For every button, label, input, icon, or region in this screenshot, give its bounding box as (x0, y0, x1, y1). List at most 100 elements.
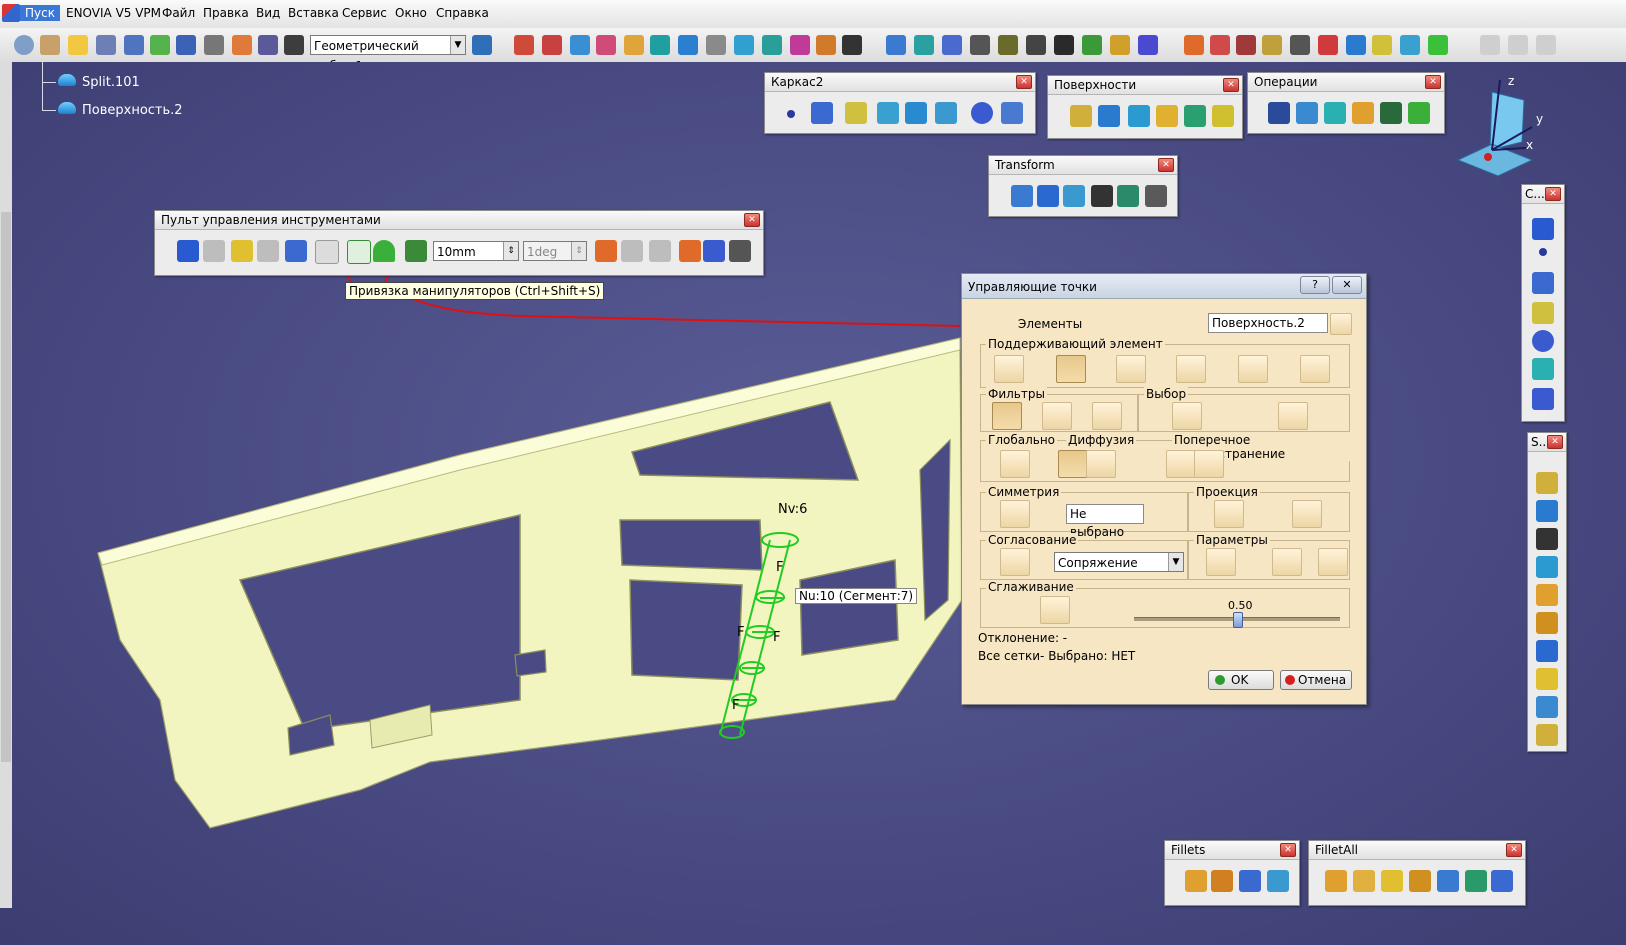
fillet-icon[interactable] (1353, 870, 1375, 892)
spinner-icon[interactable]: ⇕ (503, 242, 518, 260)
undo-icon[interactable] (1480, 35, 1500, 55)
fillet-icon[interactable] (1325, 870, 1347, 892)
projection-direction-icon[interactable] (1292, 500, 1322, 528)
help-button[interactable]: ? (1300, 276, 1330, 294)
help-icon[interactable] (68, 35, 88, 55)
join-icon[interactable] (1268, 102, 1290, 124)
points-icon[interactable] (816, 35, 836, 55)
intersection-icon[interactable] (905, 102, 927, 124)
fillet-icon[interactable] (1536, 584, 1558, 606)
scroll-thumb[interactable] (1, 212, 11, 762)
extract-icon[interactable] (1324, 102, 1346, 124)
pen-icon[interactable] (734, 35, 754, 55)
elements-field[interactable]: Поверхность.2 (1208, 313, 1328, 333)
line-tool-icon[interactable] (649, 240, 671, 262)
chevron-down-icon[interactable]: ▼ (450, 36, 465, 54)
support-mesh-lines-icon[interactable] (1056, 355, 1086, 383)
projection-normal-icon[interactable] (1214, 500, 1244, 528)
pan-icon[interactable] (914, 35, 934, 55)
fillet-icon[interactable] (1437, 870, 1459, 892)
split-icon[interactable] (1296, 102, 1318, 124)
menu-item-view[interactable]: Вид (256, 6, 280, 20)
frame-icon[interactable] (315, 240, 339, 264)
support-compass-icon[interactable] (1238, 355, 1268, 383)
sphere-icon[interactable] (1536, 528, 1558, 550)
lines-icon[interactable] (1346, 35, 1366, 55)
surface-icon[interactable] (1532, 358, 1554, 380)
variable-fillet-icon[interactable] (1239, 870, 1261, 892)
curvature-icon[interactable] (1262, 35, 1282, 55)
deselect-icon[interactable] (1278, 402, 1308, 430)
surface-icon[interactable] (570, 35, 590, 55)
snap-surface-icon[interactable] (231, 240, 253, 262)
sweep-icon[interactable] (1536, 696, 1558, 718)
offset-curve-icon[interactable] (935, 102, 957, 124)
sweep-icon[interactable] (1428, 35, 1448, 55)
revolve-icon[interactable] (1536, 500, 1558, 522)
spiral-icon[interactable] (1082, 35, 1102, 55)
slider-thumb[interactable] (1233, 612, 1243, 628)
flag-icon[interactable] (596, 35, 616, 55)
elements-pick-icon[interactable] (1330, 313, 1352, 335)
rotate-icon[interactable] (1037, 185, 1059, 207)
blend-icon[interactable] (1536, 668, 1558, 690)
blend-icon[interactable] (1212, 105, 1234, 127)
point-icon[interactable] (1539, 248, 1547, 256)
sweep-icon[interactable] (1156, 105, 1178, 127)
affinity-icon[interactable] (1091, 185, 1113, 207)
sketch-icon[interactable] (1532, 218, 1554, 240)
close-icon[interactable]: ✕ (1425, 75, 1441, 89)
wave-icon[interactable] (542, 35, 562, 55)
normal-icon[interactable] (1026, 35, 1046, 55)
fillet-icon[interactable] (1185, 870, 1207, 892)
support-plane-icon[interactable] (1176, 355, 1206, 383)
multisection-icon[interactable] (1536, 640, 1558, 662)
filter-both-icon[interactable] (1092, 402, 1122, 430)
offset-surface-icon[interactable] (1536, 556, 1558, 578)
section-icon[interactable] (1290, 35, 1310, 55)
fillet-icon[interactable] (1381, 870, 1403, 892)
face-fillet-icon[interactable] (1267, 870, 1289, 892)
diffusion-constant-icon[interactable] (1058, 450, 1088, 478)
tree-scrollbar[interactable] (0, 62, 12, 908)
close-icon[interactable]: ✕ (1547, 435, 1563, 449)
menu-item-tools[interactable]: Сервис (342, 6, 387, 20)
spline-icon[interactable] (1001, 102, 1023, 124)
tree-item-surface2[interactable]: Поверхность.2 (82, 103, 183, 118)
fill-icon[interactable] (1184, 105, 1206, 127)
redo-icon[interactable] (1508, 35, 1528, 55)
compass-tool-icon[interactable] (1210, 35, 1230, 55)
layer-icon[interactable] (1400, 35, 1420, 55)
fillet-icon[interactable] (1465, 870, 1487, 892)
global-icon[interactable] (1000, 450, 1030, 478)
fillet-icon[interactable] (1409, 870, 1431, 892)
matching-icon[interactable] (1000, 548, 1030, 576)
translate-icon[interactable] (1380, 102, 1402, 124)
spinner-icon[interactable]: ⇕ (571, 242, 586, 260)
step-angle-field[interactable]: 1deg ⇕ (523, 241, 587, 261)
close-icon[interactable]: ✕ (1545, 187, 1561, 201)
list-icon[interactable] (96, 35, 116, 55)
grid-icon[interactable] (1532, 388, 1554, 410)
grid-icon[interactable] (258, 35, 278, 55)
line-icon[interactable] (1532, 272, 1554, 294)
curve-icon[interactable] (514, 35, 534, 55)
cross-linear-icon[interactable] (1194, 450, 1224, 478)
offset-surface-icon[interactable] (1128, 105, 1150, 127)
manipulator-icon[interactable] (405, 240, 427, 262)
mirror-icon[interactable] (1011, 185, 1033, 207)
patch-icon[interactable] (762, 35, 782, 55)
edge-fillet-icon[interactable] (1211, 870, 1233, 892)
menu-item-start[interactable]: Пуск (20, 5, 60, 21)
support-normal-icon[interactable] (994, 355, 1024, 383)
snap-point-icon[interactable] (257, 240, 279, 262)
support-local-icon[interactable] (1300, 355, 1330, 383)
param-magnet-icon[interactable] (1318, 548, 1348, 576)
circle-icon[interactable] (971, 102, 993, 124)
cylinder-icon[interactable] (650, 35, 670, 55)
select-all-icon[interactable] (1172, 402, 1202, 430)
close-icon[interactable]: ✕ (1280, 843, 1296, 857)
menu-item-insert[interactable]: Вставка (288, 6, 339, 20)
dots-icon[interactable] (790, 35, 810, 55)
bug-icon[interactable] (1132, 450, 1160, 476)
